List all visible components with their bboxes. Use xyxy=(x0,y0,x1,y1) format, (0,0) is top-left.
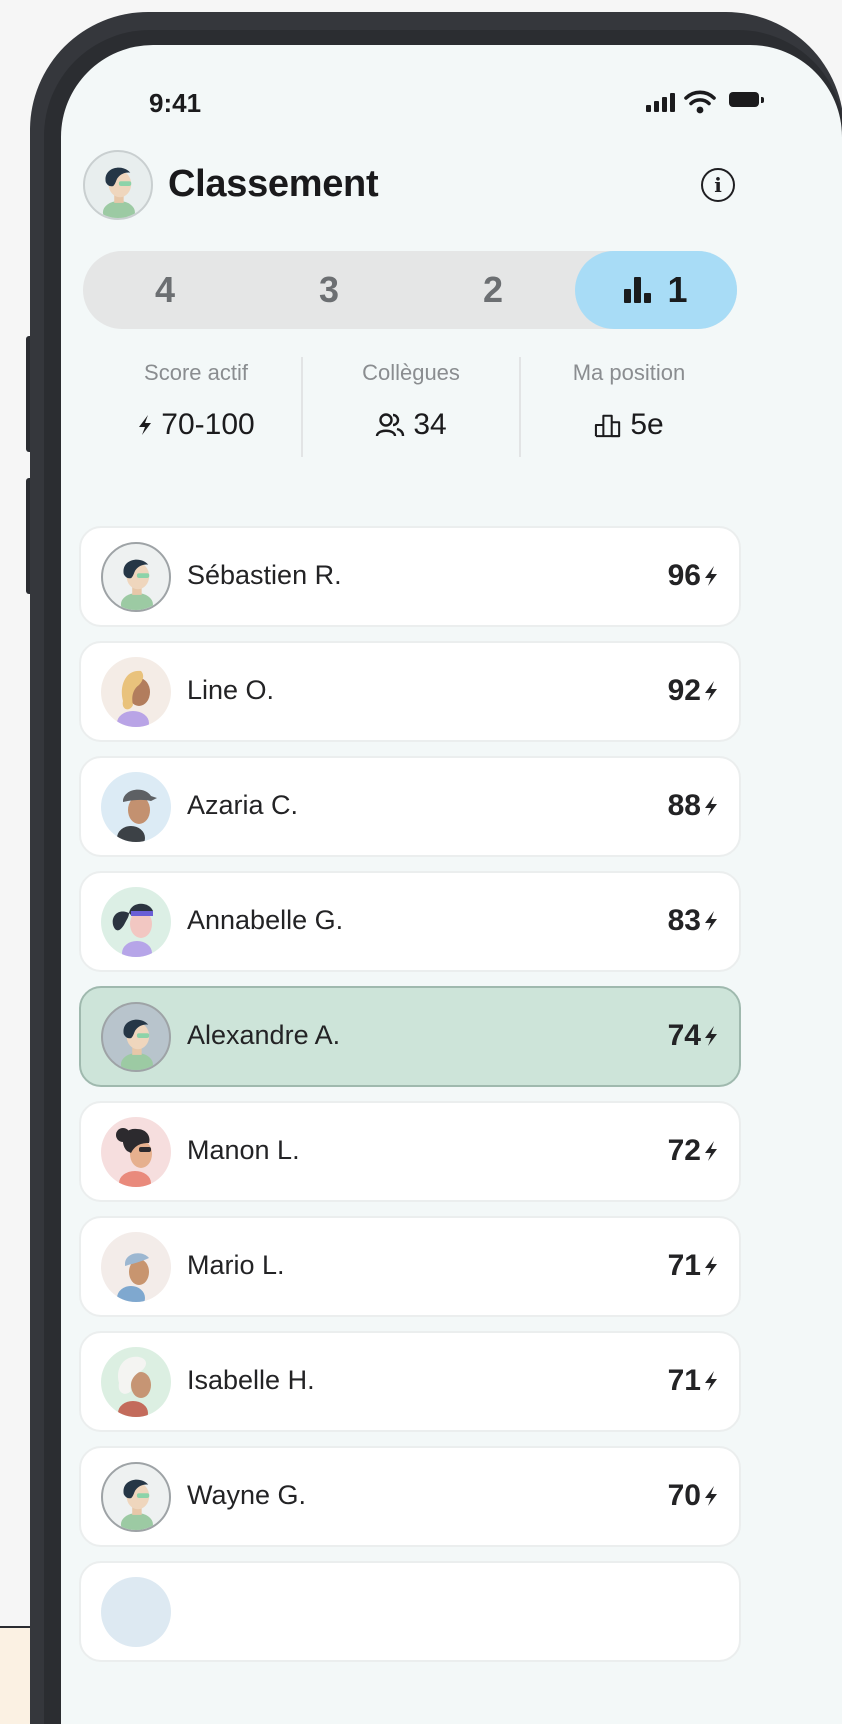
player-name: Sébastien R. xyxy=(187,560,342,590)
status-time: 9:41 xyxy=(149,88,202,118)
tab-level-1[interactable]: 1 xyxy=(575,251,737,329)
avatar-illustration xyxy=(112,903,153,957)
avatar xyxy=(101,1002,171,1072)
avatar xyxy=(101,1232,171,1302)
avatar xyxy=(101,1577,171,1647)
avatar xyxy=(101,772,171,842)
avatar xyxy=(101,542,171,612)
player-score: 71 xyxy=(668,1364,719,1398)
tab-level-3[interactable]: 3 xyxy=(247,251,411,329)
signal-icon xyxy=(646,93,675,112)
player-score: 71 xyxy=(668,1249,719,1283)
player-score: 96 xyxy=(668,559,719,593)
stat-value: 34 xyxy=(413,408,447,441)
bolt-icon xyxy=(139,415,152,435)
avatar xyxy=(101,887,171,957)
tab-level-4[interactable]: 4 xyxy=(83,251,247,329)
battery-icon xyxy=(729,92,759,107)
bolt-icon xyxy=(705,1141,717,1161)
tab-level-2[interactable]: 2 xyxy=(411,251,575,329)
info-button[interactable]: i xyxy=(701,168,735,202)
avatar-illustration xyxy=(117,1253,149,1302)
stat-label: Ma position xyxy=(572,360,686,385)
bolt-icon xyxy=(705,1371,717,1391)
stat-colleagues: Collègues 34 xyxy=(311,360,511,442)
leaderboard-row-current-user[interactable]: Alexandre A. 74 xyxy=(79,986,741,1087)
level-tabs: 4 3 2 1 xyxy=(83,251,737,329)
avatar-illustration xyxy=(117,670,150,727)
leaderboard-row[interactable]: Azaria C. 88 xyxy=(79,756,741,857)
avatar-illustration xyxy=(102,167,135,218)
avatar xyxy=(101,1462,171,1532)
podium-icon xyxy=(595,414,621,438)
bolt-icon xyxy=(705,1256,717,1276)
player-name: Annabelle G. xyxy=(187,905,344,935)
leaderboard-row[interactable]: Sébastien R. 96 xyxy=(79,526,741,627)
avatar xyxy=(101,1347,171,1417)
player-score: 70 xyxy=(668,1479,719,1513)
player-score: 74 xyxy=(668,1019,719,1053)
player-name: Wayne G. xyxy=(187,1480,307,1510)
avatar-illustration xyxy=(120,1479,153,1530)
bolt-icon xyxy=(705,1486,717,1506)
bolt-icon xyxy=(705,681,717,701)
player-score: 88 xyxy=(668,789,719,823)
player-name: Mario L. xyxy=(187,1250,285,1280)
avatar xyxy=(101,657,171,727)
player-score: 83 xyxy=(668,904,719,938)
stat-my-position: Ma position 5e xyxy=(529,360,729,442)
player-name: Line O. xyxy=(187,675,275,705)
stat-value: 70-100 xyxy=(161,408,255,441)
bolt-icon xyxy=(705,566,717,586)
bolt-icon xyxy=(705,796,717,816)
status-bar: 9:41 xyxy=(61,45,842,155)
leaderboard-row[interactable]: Annabelle G. 83 xyxy=(79,871,741,972)
leaderboard-row[interactable]: Wayne G. 70 xyxy=(79,1446,741,1547)
avatar xyxy=(101,1117,171,1187)
stat-value: 5e xyxy=(630,408,664,441)
bar-chart-icon xyxy=(624,277,652,303)
avatar-illustration xyxy=(116,1128,152,1187)
leaderboard-row[interactable]: Mario L. 71 xyxy=(79,1216,741,1317)
stat-label: Score actif xyxy=(144,360,248,385)
info-icon: i xyxy=(714,173,722,197)
bolt-icon xyxy=(705,911,717,931)
player-score: 92 xyxy=(668,674,719,708)
avatar-illustration xyxy=(117,1356,151,1417)
player-name: Alexandre A. xyxy=(187,1020,341,1050)
player-score: 72 xyxy=(668,1134,719,1168)
page-title: Classement xyxy=(168,163,379,205)
leaderboard-row[interactable]: Isabelle H. 71 xyxy=(79,1331,741,1432)
stat-divider xyxy=(519,357,521,457)
leaderboard-row[interactable]: Line O. 92 xyxy=(79,641,741,742)
stat-label: Collègues xyxy=(362,360,460,385)
player-name: Isabelle H. xyxy=(187,1365,315,1395)
wifi-icon xyxy=(684,90,716,114)
avatar-illustration xyxy=(120,1019,153,1070)
avatar-illustration xyxy=(120,559,153,610)
battery-tip xyxy=(761,97,764,103)
stat-divider xyxy=(301,357,303,457)
profile-avatar[interactable] xyxy=(83,150,153,220)
bolt-icon xyxy=(705,1026,717,1046)
stat-active-score: Score actif 70-100 xyxy=(96,360,296,442)
avatar-illustration xyxy=(117,789,157,842)
app-screen: 9:41 Classement i 4 3 2 1 Score actif 70… xyxy=(61,45,842,1724)
player-name: Azaria C. xyxy=(187,790,299,820)
player-name: Manon L. xyxy=(187,1135,300,1165)
leaderboard-row-partial[interactable] xyxy=(79,1561,741,1662)
leaderboard-row[interactable]: Manon L. 72 xyxy=(79,1101,741,1202)
users-icon xyxy=(376,413,405,437)
